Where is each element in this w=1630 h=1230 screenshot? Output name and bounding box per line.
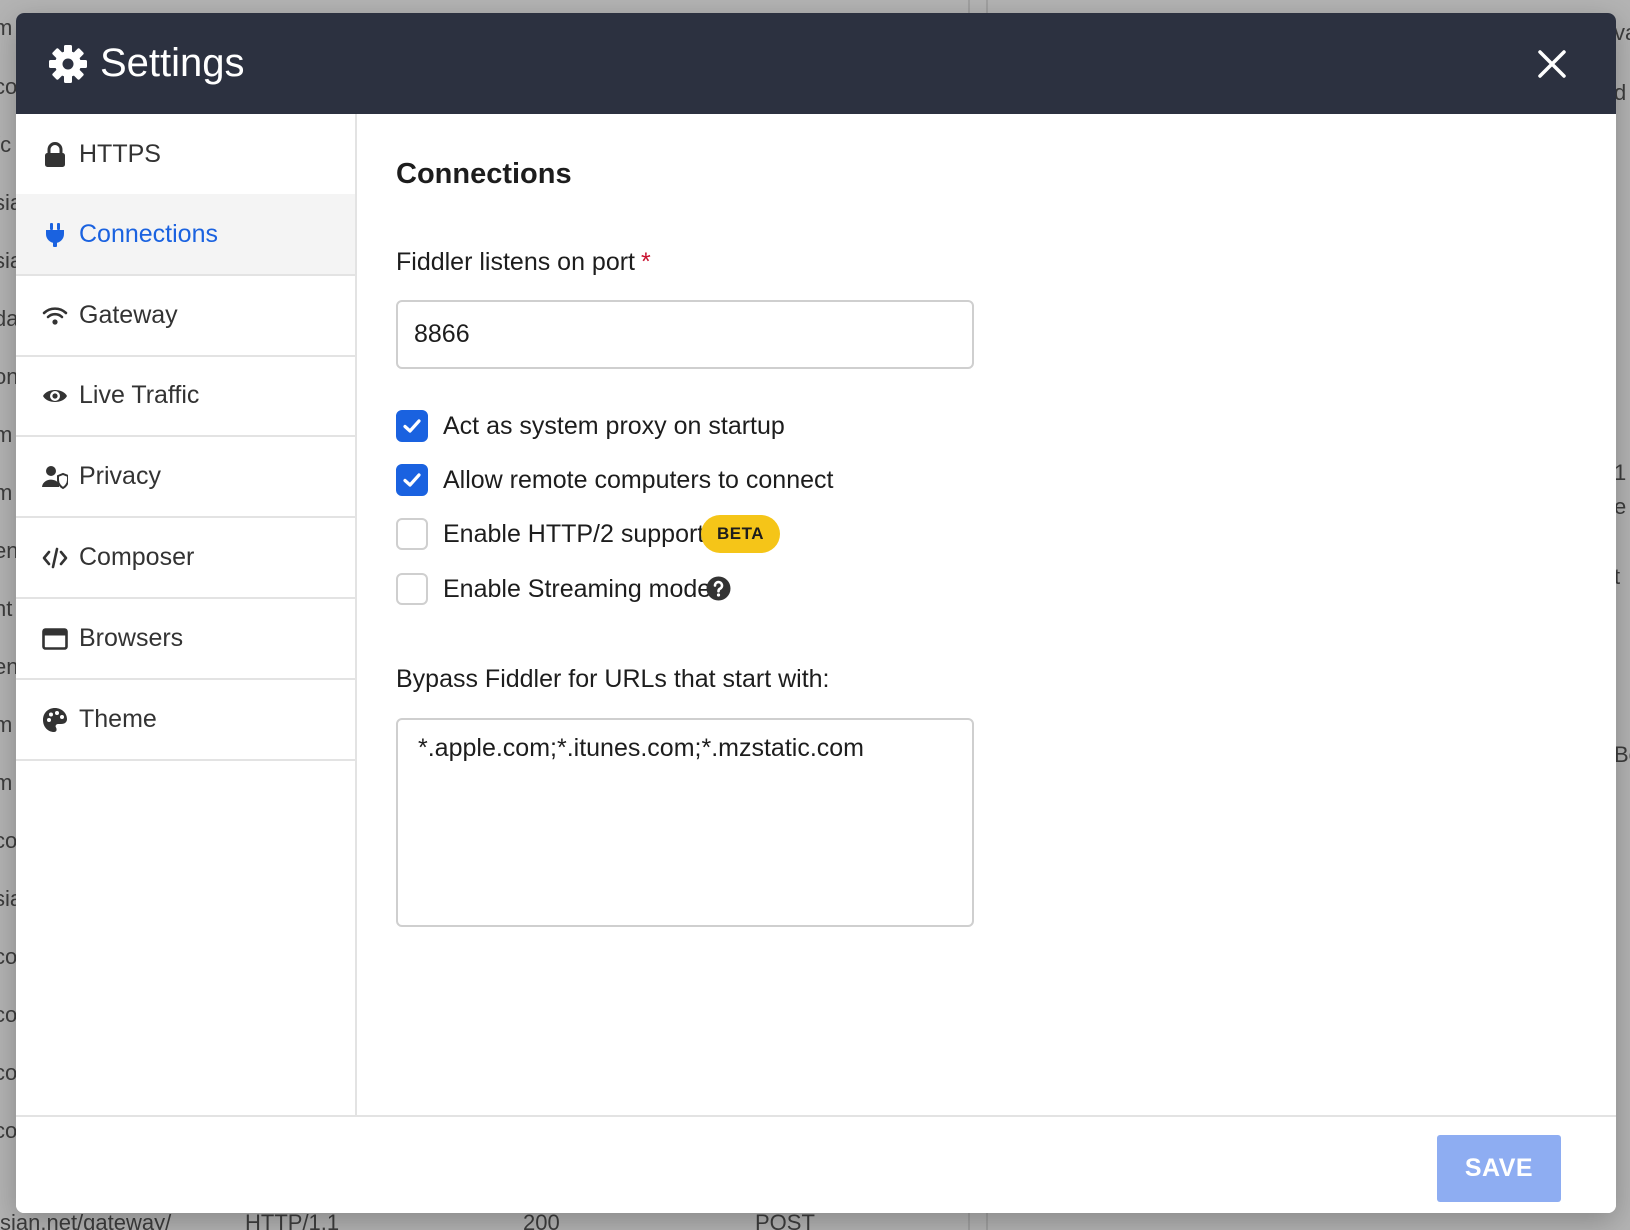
plug-icon <box>42 222 68 248</box>
system-proxy-checkbox[interactable] <box>396 410 428 442</box>
palette-icon <box>42 707 68 733</box>
lock-icon <box>42 142 68 168</box>
sidebar-item-gateway[interactable]: Gateway <box>16 275 355 357</box>
system-proxy-label: Act as system proxy on startup <box>443 412 785 440</box>
sidebar-item-composer[interactable]: Composer <box>16 517 355 599</box>
question-circle-icon[interactable] <box>706 576 731 601</box>
settings-content: Connections Fiddler listens on port* Act… <box>357 114 1616 1115</box>
streaming-label-text: Enable Streaming mode <box>443 575 712 603</box>
dialog-header: Settings <box>16 13 1616 114</box>
code-icon <box>42 545 68 571</box>
sidebar-item-browsers[interactable]: Browsers <box>16 598 355 680</box>
allow-remote-checkbox[interactable] <box>396 464 428 496</box>
http2-label: Enable HTTP/2 support <box>443 520 705 548</box>
sidebar-item-label: Composer <box>79 543 195 571</box>
sidebar-item-label: Privacy <box>79 462 161 490</box>
sidebar-item-label: Browsers <box>79 624 184 652</box>
settings-dialog: Settings HTTPS Connections Gateway Live … <box>16 13 1616 1213</box>
user-shield-icon <box>42 464 69 490</box>
bypass-label: Bypass Fiddler for URLs that start with: <box>396 665 830 693</box>
section-title: Connections <box>396 158 572 190</box>
sidebar-item-label: Connections <box>79 220 218 248</box>
sidebar-item-label: Live Traffic <box>79 381 200 409</box>
dialog-title: Settings <box>100 41 245 85</box>
sidebar-item-https[interactable]: HTTPS <box>16 114 355 196</box>
dialog-footer: SAVE <box>16 1115 1616 1213</box>
settings-sidebar: HTTPS Connections Gateway Live Traffic P… <box>16 114 357 1115</box>
bypass-urls-textarea[interactable]: *.apple.com;*.itunes.com;*.mzstatic.com <box>396 718 974 927</box>
http2-checkbox[interactable] <box>396 518 428 550</box>
gear-icon <box>48 44 88 84</box>
sidebar-item-label: HTTPS <box>79 140 161 168</box>
sidebar-item-live-traffic[interactable]: Live Traffic <box>16 355 355 437</box>
window-icon <box>42 626 68 652</box>
sidebar-item-privacy[interactable]: Privacy <box>16 436 355 518</box>
streaming-label: Enable Streaming mode <box>443 572 711 606</box>
sidebar-item-theme[interactable]: Theme <box>16 679 355 761</box>
beta-badge: BETA <box>701 515 781 553</box>
eye-icon <box>42 383 68 409</box>
streaming-checkbox[interactable] <box>396 573 428 605</box>
allow-remote-label: Allow remote computers to connect <box>443 466 834 494</box>
sidebar-item-connections[interactable]: Connections <box>16 194 355 276</box>
port-label-text: Fiddler listens on port <box>396 248 636 276</box>
required-indicator: * <box>641 248 651 276</box>
sidebar-item-label: Gateway <box>79 301 178 329</box>
port-label: Fiddler listens on port * <box>396 245 651 279</box>
port-input[interactable] <box>396 300 974 369</box>
save-button[interactable]: SAVE <box>1437 1135 1561 1202</box>
sidebar-item-label: Theme <box>79 705 157 733</box>
wifi-icon <box>42 303 68 329</box>
close-icon[interactable] <box>1534 46 1570 82</box>
